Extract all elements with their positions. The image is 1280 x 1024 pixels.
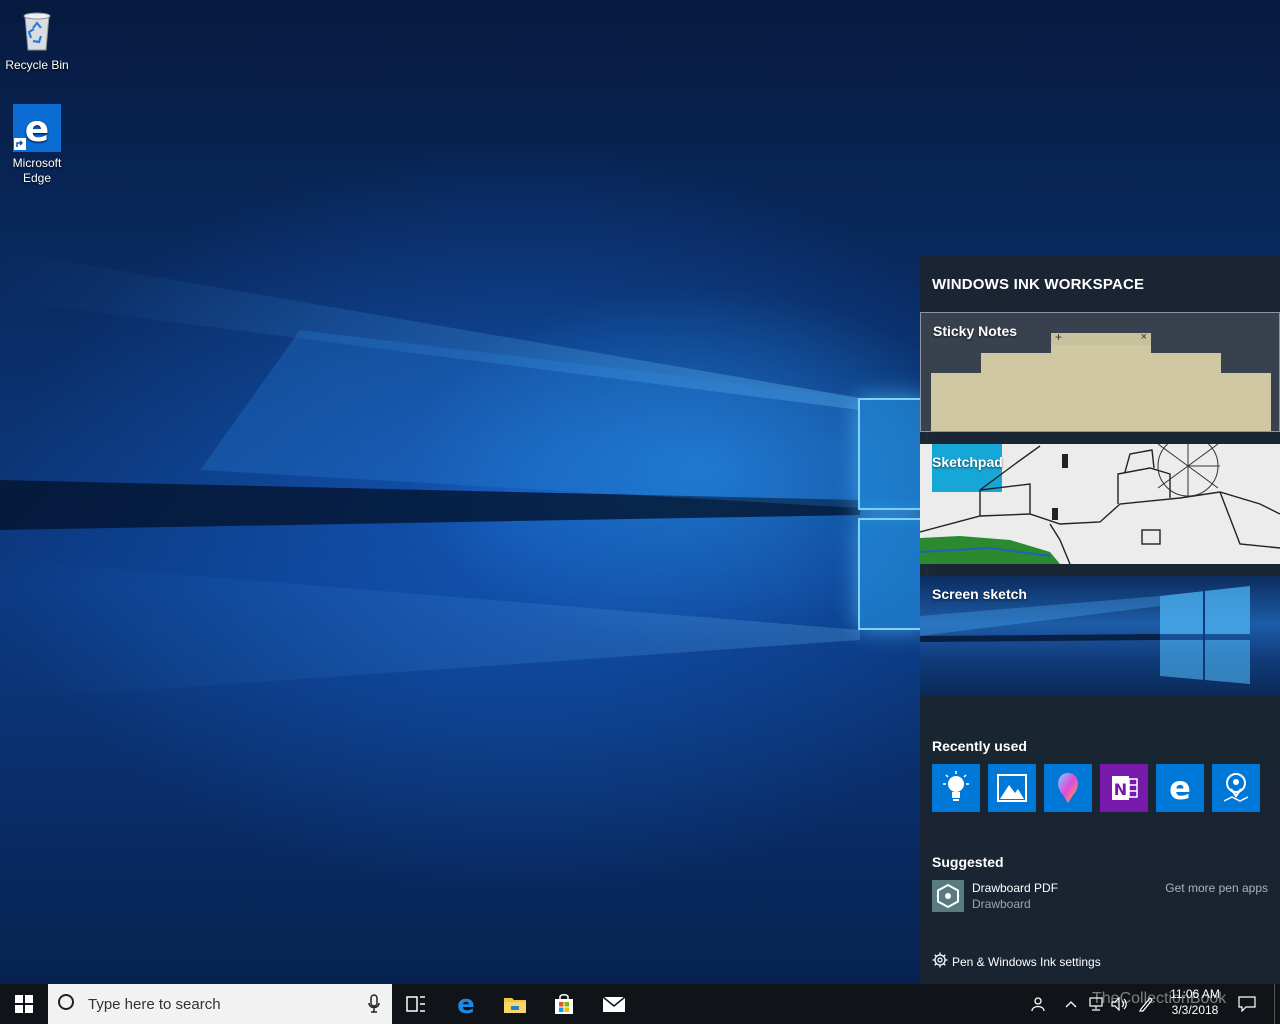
edge-icon: e: [13, 104, 61, 152]
paint-3d-icon[interactable]: [1044, 764, 1092, 812]
panel-title: WINDOWS INK WORKSPACE: [932, 276, 1145, 293]
windows-logo-icon: [15, 995, 33, 1013]
get-more-pen-apps-link[interactable]: Get more pen apps: [1165, 881, 1268, 895]
desktop-icon-recycle-bin[interactable]: Recycle Bin: [0, 6, 74, 73]
edge-icon[interactable]: e: [1156, 764, 1204, 812]
settings-link-label: Pen & Windows Ink settings: [952, 954, 1101, 969]
system-clock[interactable]: 11:06 AM 3/3/2018: [1162, 986, 1228, 1018]
svg-text:e: e: [457, 991, 475, 1017]
suggested-app-publisher: Drawboard: [972, 897, 1031, 911]
show-desktop-button[interactable]: [1274, 984, 1280, 1024]
tile-label: Sticky Notes: [933, 323, 1018, 339]
recently-used-heading: Recently used: [932, 738, 1027, 754]
tips-lightbulb-icon[interactable]: [932, 764, 980, 812]
recently-used-apps: N e: [932, 764, 1260, 812]
store-icon[interactable]: [540, 984, 588, 1024]
task-view-icon[interactable]: [392, 984, 440, 1024]
tile-label: Sketchpad: [932, 454, 1003, 470]
edge-icon[interactable]: e: [442, 984, 490, 1024]
desktop-icon-edge[interactable]: e Microsoft Edge: [0, 104, 74, 186]
screen-sketch-tile[interactable]: Screen sketch: [920, 576, 1280, 696]
close-icon: ×: [1140, 331, 1147, 343]
file-explorer-icon[interactable]: [491, 984, 539, 1024]
gear-icon: [932, 952, 948, 971]
sticky-note-preview: [1151, 353, 1221, 431]
onenote-icon[interactable]: N: [1100, 764, 1148, 812]
suggested-heading: Suggested: [932, 854, 1004, 870]
sticky-notes-tile[interactable]: Sticky Notes + ×: [920, 312, 1280, 432]
recycle-bin-icon: [13, 6, 61, 54]
sketchpad-tile[interactable]: Sketchpad: [920, 444, 1280, 564]
search-box[interactable]: Type here to search: [48, 984, 392, 1024]
chevron-up-icon[interactable]: [1062, 984, 1080, 1024]
pen-ink-settings-link[interactable]: Pen & Windows Ink settings: [932, 952, 1101, 971]
sticky-note-preview: [931, 373, 981, 431]
desktop-icon-label: Microsoft Edge: [12, 156, 62, 185]
search-placeholder: Type here to search: [88, 996, 221, 1013]
svg-text:e: e: [25, 109, 49, 150]
mail-icon[interactable]: [590, 984, 638, 1024]
svg-text:e: e: [1169, 771, 1191, 805]
sticky-note-preview: [981, 353, 1051, 431]
clock-date: 3/3/2018: [1171, 1003, 1219, 1017]
sticky-note-preview: + ×: [1051, 330, 1151, 431]
tile-label: Screen sketch: [932, 586, 1027, 602]
suggested-app-name: Drawboard PDF: [972, 881, 1059, 895]
plus-icon: +: [1055, 330, 1063, 344]
desktop-icon-label: Recycle Bin: [5, 58, 69, 72]
svg-text:N: N: [1114, 780, 1127, 799]
drawboard-icon: [932, 880, 964, 912]
start-button[interactable]: [0, 984, 48, 1024]
sticky-note-preview: [1221, 373, 1271, 431]
photos-icon[interactable]: [988, 764, 1036, 812]
cortana-icon: [58, 994, 74, 1010]
windows-ink-workspace-panel: WINDOWS INK WORKSPACE Sticky Notes + × S…: [920, 256, 1280, 984]
people-icon[interactable]: [1028, 984, 1048, 1024]
action-center-icon[interactable]: [1236, 984, 1258, 1024]
windows-logo-wallpaper: [858, 398, 928, 630]
clock-time: 11:06 AM: [1170, 987, 1220, 1001]
maps-icon[interactable]: [1212, 764, 1260, 812]
microphone-icon[interactable]: [368, 994, 380, 1019]
taskbar: Type here to search e TheCollectionBook …: [0, 984, 1280, 1024]
